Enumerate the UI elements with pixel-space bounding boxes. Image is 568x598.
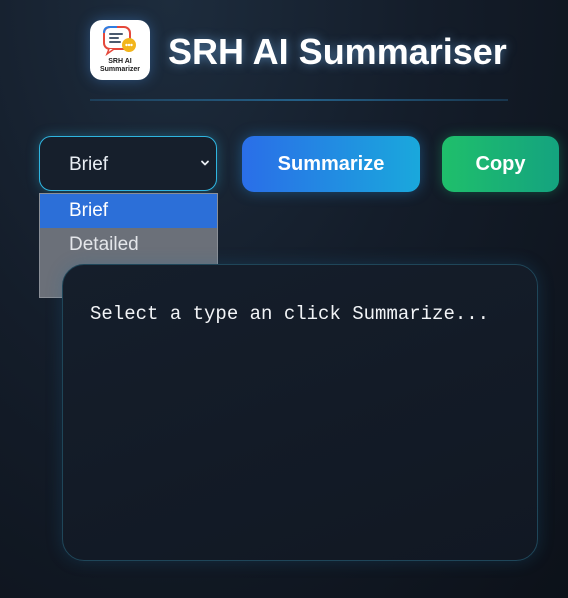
option-brief[interactable]: Brief	[40, 194, 217, 228]
option-detailed[interactable]: Detailed	[40, 228, 217, 262]
app-logo: SRH AI Summarizer	[90, 20, 150, 80]
summary-output-text: Select a type an click Summarize...	[90, 303, 490, 325]
logo-text-line2: Summarizer	[99, 66, 141, 73]
chat-summary-icon	[103, 26, 136, 56]
chevron-down-icon	[201, 160, 209, 166]
logo-text: SRH AI Summarizer	[90, 58, 150, 74]
summarize-button[interactable]: Summarize	[242, 136, 420, 192]
header: SRH AI Summarizer SRH AI Summariser	[90, 20, 508, 101]
summary-type-select[interactable]: Brief	[39, 136, 217, 191]
app-title: SRH AI Summariser	[168, 31, 507, 72]
summary-type-value: Brief	[69, 154, 109, 175]
header-divider	[90, 99, 508, 101]
logo-text-line1: SRH AI	[108, 58, 132, 65]
summary-output-box[interactable]: Select a type an click Summarize...	[62, 264, 538, 561]
copy-button[interactable]: Copy	[442, 136, 559, 192]
